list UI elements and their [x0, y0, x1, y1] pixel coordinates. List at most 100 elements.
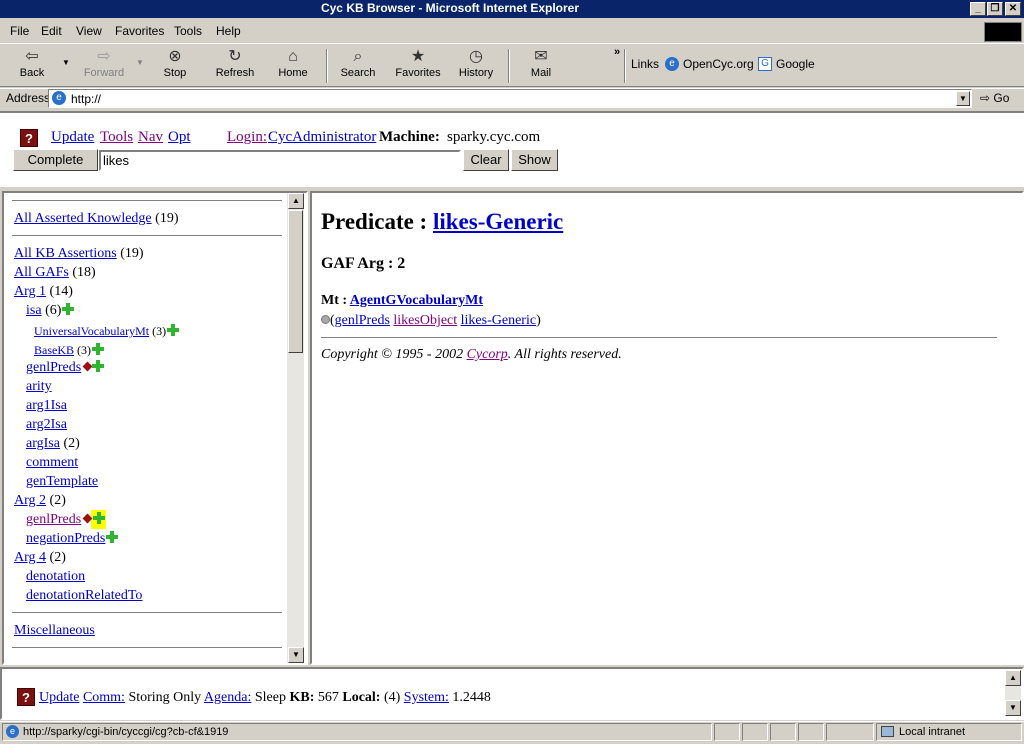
assertion-bullet-icon[interactable]	[321, 315, 330, 324]
go-button[interactable]: ⇨ Go	[980, 91, 1009, 105]
assertion-genlpreds-link[interactable]: genlPreds	[335, 313, 390, 328]
help-icon[interactable]: ?	[20, 129, 38, 147]
scroll-up-icon[interactable]: ▲	[1005, 670, 1021, 686]
user-link[interactable]: CycAdministrator	[268, 129, 376, 146]
add-plus-icon[interactable]	[93, 512, 106, 524]
cycorp-link[interactable]: Cycorp	[467, 347, 508, 362]
basekb-link[interactable]: BaseKB	[34, 343, 74, 357]
home-button[interactable]: ⌂ Home	[265, 47, 321, 85]
arg4-link[interactable]: Arg 4	[14, 550, 46, 565]
toolbar-overflow-icon[interactable]: »	[614, 46, 620, 58]
search-label: Search	[340, 67, 376, 79]
predicate-link[interactable]: likes-Generic	[433, 209, 563, 234]
forward-button[interactable]: ⇨ Forward	[76, 47, 132, 85]
scroll-down-icon[interactable]: ▼	[1005, 700, 1021, 716]
kb-label: KB:	[289, 690, 315, 705]
history-icon: ◷	[469, 48, 483, 65]
nav-opt[interactable]: Opt	[168, 129, 191, 146]
system-link[interactable]: System:	[404, 690, 449, 705]
add-plus-icon[interactable]	[92, 343, 104, 355]
denotation-link[interactable]: denotation	[26, 569, 85, 584]
refresh-button[interactable]: ↻ Refresh	[207, 47, 263, 85]
address-input[interactable]: e http://	[48, 89, 972, 108]
scroll-up-icon[interactable]: ▲	[288, 193, 304, 209]
add-plus-icon[interactable]	[167, 324, 180, 336]
back-button[interactable]: ⇦ Back	[4, 47, 60, 85]
argisa-link[interactable]: argIsa	[26, 436, 60, 451]
add-plus-icon[interactable]	[92, 360, 105, 372]
help-icon[interactable]: ?	[17, 688, 35, 706]
gentemplate-link[interactable]: genTemplate	[26, 474, 98, 489]
uvmt-row: UniversalVocabularyMt (3)	[34, 324, 180, 339]
complete-button[interactable]: Complete	[13, 149, 98, 171]
address-value: http://	[71, 92, 102, 106]
mt-link[interactable]: AgentGVocabularyMt	[350, 293, 483, 308]
arg1isa-link[interactable]: arg1Isa	[26, 398, 67, 413]
address-dropdown-icon[interactable]: ▼	[956, 91, 970, 106]
menu-view[interactable]: View	[76, 24, 102, 38]
nav-tools[interactable]: Tools	[100, 129, 133, 146]
google-page-icon: G	[758, 57, 772, 71]
negationpreds-link[interactable]: negationPreds	[26, 531, 105, 546]
close-button[interactable]: ✕	[1005, 2, 1021, 16]
clear-button[interactable]: Clear	[463, 149, 509, 171]
uvmt-link[interactable]: UniversalVocabularyMt	[34, 324, 149, 338]
left-navigation-frame: All Asserted Knowledge (19) All KB Asser…	[2, 191, 308, 665]
menu-file[interactable]: File	[10, 24, 29, 38]
divider	[12, 612, 282, 614]
add-plus-icon[interactable]	[106, 531, 119, 543]
login-link[interactable]: Login:	[227, 129, 267, 146]
minimize-button[interactable]: _	[970, 2, 986, 16]
miscellaneous-link[interactable]: Miscellaneous	[14, 623, 95, 638]
uvmt-count: (3)	[152, 324, 167, 338]
link-google[interactable]: Google	[776, 57, 815, 71]
show-button[interactable]: Show	[511, 149, 558, 171]
comm-link[interactable]: Comm:	[83, 690, 125, 705]
diamond-icon[interactable]	[82, 361, 93, 372]
restore-button[interactable]: ❐	[987, 2, 1003, 16]
comment-link[interactable]: comment	[26, 455, 78, 470]
all-kb-assertions-link[interactable]: All KB Assertions	[14, 246, 117, 261]
assertion-likesobject-link[interactable]: likesObject	[393, 313, 457, 328]
isa-link[interactable]: isa	[26, 303, 42, 318]
mail-button[interactable]: ✉ Mail	[513, 47, 569, 85]
agenda-value: Sleep	[254, 690, 286, 705]
agenda-link[interactable]: Agenda:	[204, 690, 251, 705]
back-dropdown-icon[interactable]: ▼	[62, 58, 70, 67]
update-link[interactable]: Update	[39, 690, 79, 705]
arg2isa-link[interactable]: arg2Isa	[26, 417, 67, 432]
add-plus-icon[interactable]	[62, 303, 75, 315]
nav-update[interactable]: Update	[51, 129, 94, 146]
stop-button[interactable]: ⊗ Stop	[147, 47, 203, 85]
menu-favorites[interactable]: Favorites	[115, 24, 164, 38]
denotation-row: denotation	[26, 569, 85, 585]
all-gafs-link[interactable]: All GAFs	[14, 265, 69, 280]
toolbar-separator	[508, 49, 510, 83]
scroll-thumb[interactable]	[288, 210, 303, 353]
genlpreds-link-1[interactable]: genlPreds	[26, 360, 81, 375]
genlpreds-link-2[interactable]: genlPreds	[26, 512, 81, 527]
arg1-count: (14)	[49, 284, 73, 299]
denotationrelatedto-link[interactable]: denotationRelatedTo	[26, 588, 142, 603]
scroll-down-icon[interactable]: ▼	[288, 647, 304, 663]
favorites-button[interactable]: ★ Favorites	[390, 47, 446, 85]
denotationrelatedto-row: denotationRelatedTo	[26, 588, 142, 604]
arg1-link[interactable]: Arg 1	[14, 284, 46, 299]
nav-nav[interactable]: Nav	[138, 129, 163, 146]
bottom-scroll-track[interactable]	[1005, 686, 1021, 700]
arg2-link[interactable]: Arg 2	[14, 493, 46, 508]
assertion-likes-generic-link[interactable]: likes-Generic	[461, 313, 536, 328]
term-input[interactable]: likes	[99, 150, 461, 171]
link-opencyc[interactable]: OpenCyc.org	[683, 57, 754, 71]
history-button[interactable]: ◷ History	[448, 47, 504, 85]
menu-tools[interactable]: Tools	[174, 24, 202, 38]
status-url: http://sparky/cgi-bin/cyccgi/cg?cb-cf&19…	[23, 726, 229, 738]
forward-dropdown-icon[interactable]: ▼	[136, 58, 144, 67]
arity-link[interactable]: arity	[26, 379, 52, 394]
highlighted-plus[interactable]	[91, 510, 107, 529]
search-button[interactable]: ⌕ Search	[330, 47, 386, 85]
menu-help[interactable]: Help	[216, 24, 241, 38]
menu-edit[interactable]: Edit	[41, 24, 62, 38]
all-asserted-knowledge-link[interactable]: All Asserted Knowledge	[14, 211, 152, 226]
links-label[interactable]: Links	[631, 57, 659, 71]
